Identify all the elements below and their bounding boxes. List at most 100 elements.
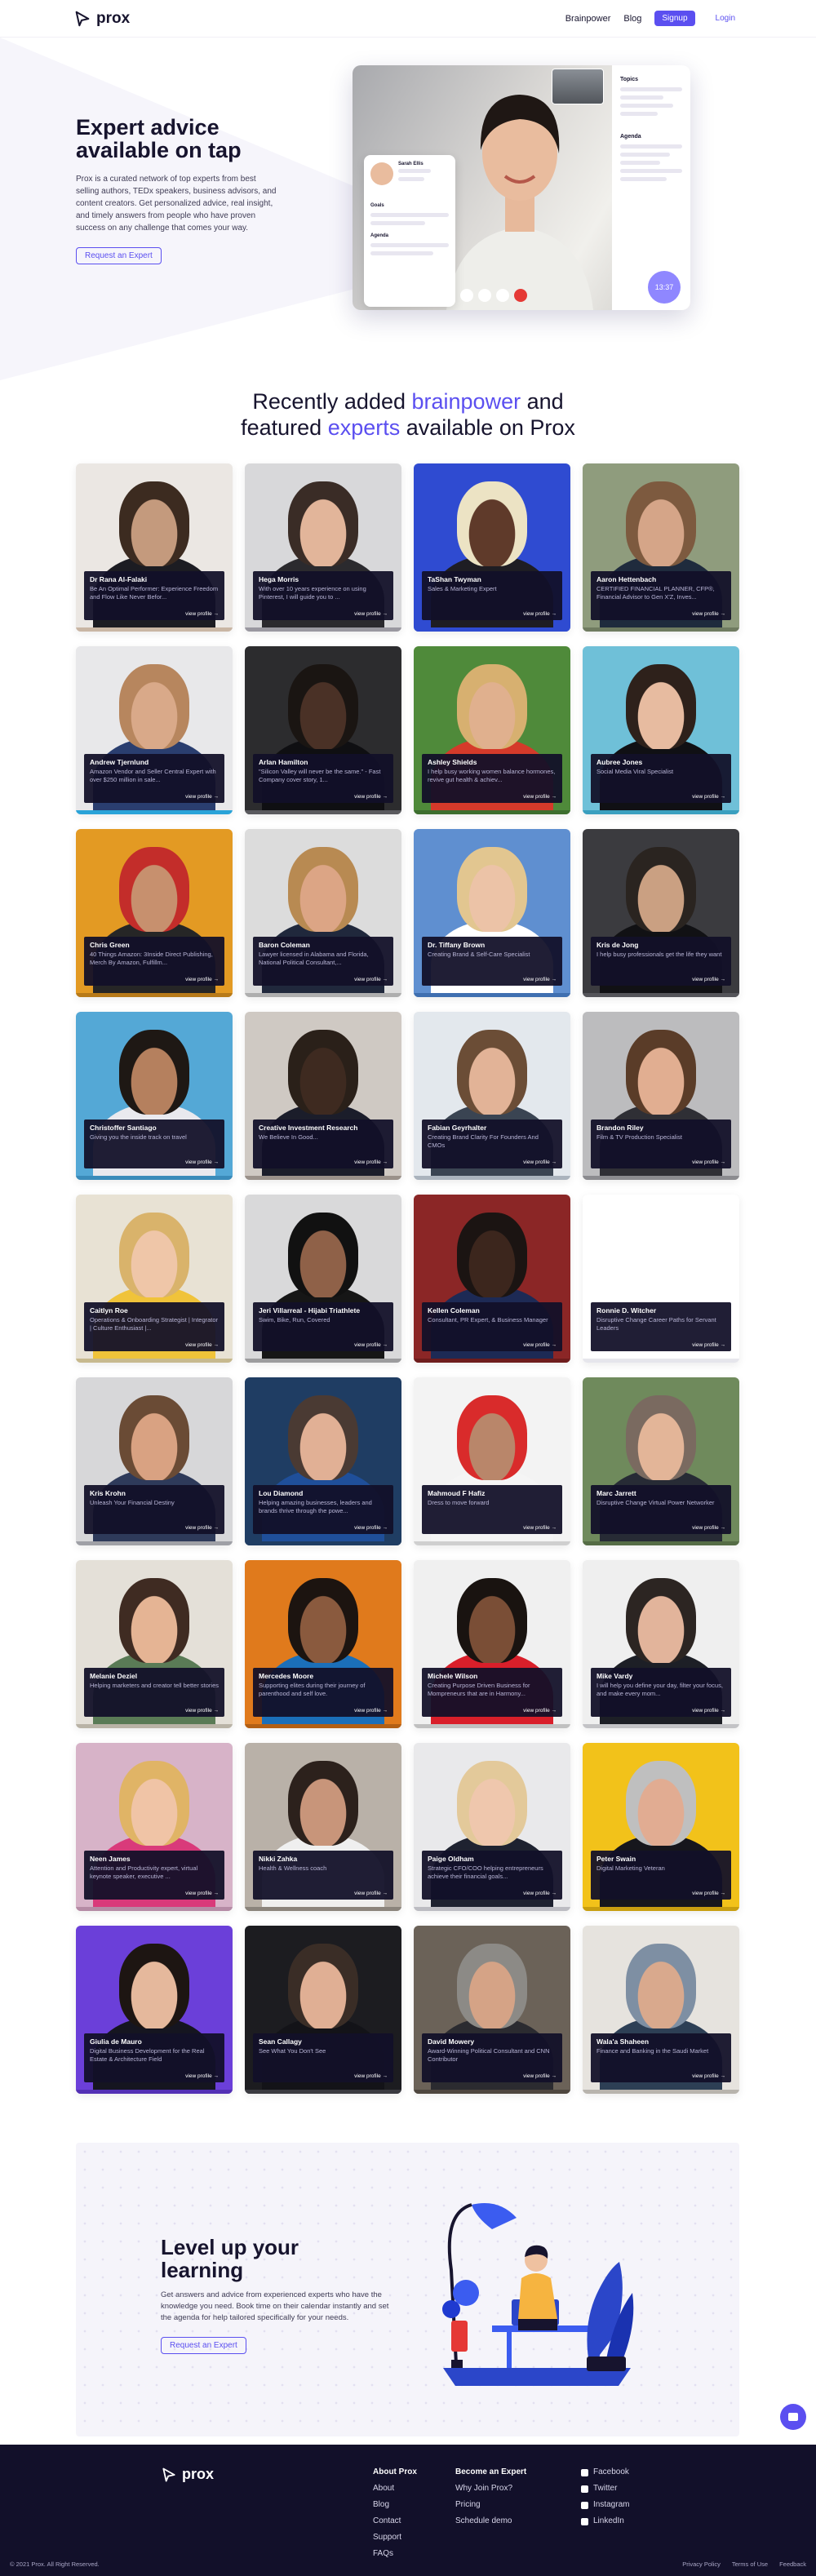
footer-link-about[interactable]: About xyxy=(373,2484,394,2493)
level-up-request-expert-button[interactable]: Request an Expert xyxy=(161,2337,246,2354)
expert-card[interactable]: Caitlyn Roe Operations & Onboarding Strat… xyxy=(76,1195,233,1363)
feedback-link[interactable]: Feedback xyxy=(779,2560,806,2568)
expert-card[interactable]: David Mowery Award-Winning Political Cons… xyxy=(414,1926,570,2094)
nav-link-brainpower[interactable]: Brainpower xyxy=(565,14,611,24)
expert-card[interactable]: Aubree Jones Social Media Viral Specialis… xyxy=(583,646,739,814)
footer-link-pricing[interactable]: Pricing xyxy=(455,2500,481,2509)
expert-card[interactable]: Paige Oldham Strategic CFO/COO helping en… xyxy=(414,1743,570,1911)
footer-link-why-join[interactable]: Why Join Prox? xyxy=(455,2484,512,2493)
expert-card[interactable]: Kellen Coleman Consultant, PR Expert, & B… xyxy=(414,1195,570,1363)
expert-card[interactable]: Kris de Jong I help busy professionals ge… xyxy=(583,829,739,997)
view-profile-link[interactable]: view profile → xyxy=(692,1708,725,1714)
view-profile-link[interactable]: view profile → xyxy=(185,977,219,982)
view-profile-link[interactable]: view profile → xyxy=(523,1159,557,1165)
end-call-button[interactable] xyxy=(514,289,527,302)
view-profile-link[interactable]: view profile → xyxy=(185,1342,219,1348)
expert-card[interactable]: Sean Callagy See What You Don't See view p… xyxy=(245,1926,401,2094)
view-profile-link[interactable]: view profile → xyxy=(523,2073,557,2079)
expert-card[interactable]: Baron Coleman Lawyer licensed in Alabama … xyxy=(245,829,401,997)
expert-card[interactable]: Peter Swain Digital Marketing Veteran view… xyxy=(583,1743,739,1911)
view-profile-link[interactable]: view profile → xyxy=(692,1525,725,1531)
footer-link-blog[interactable]: Blog xyxy=(373,2500,389,2509)
view-profile-link[interactable]: view profile → xyxy=(523,1891,557,1896)
view-profile-link[interactable]: view profile → xyxy=(185,2073,219,2079)
expert-card[interactable]: Christoffer Santiago Giving you the insid… xyxy=(76,1012,233,1180)
expert-card[interactable]: Brandon Riley Film & TV Production Specia… xyxy=(583,1012,739,1180)
footer-link-instagram[interactable]: Instagram xyxy=(593,2497,629,2513)
view-profile-link[interactable]: view profile → xyxy=(354,1891,388,1896)
expert-card[interactable]: Mike Vardy I will help you define your da… xyxy=(583,1560,739,1728)
view-profile-link[interactable]: view profile → xyxy=(354,794,388,800)
expert-card[interactable]: Andrew Tjernlund Amazon Vendor and Seller… xyxy=(76,646,233,814)
view-profile-link[interactable]: view profile → xyxy=(354,2073,388,2079)
expert-card[interactable]: Chris Green 40 Things Amazon: 3Inside Dir… xyxy=(76,829,233,997)
view-profile-link[interactable]: view profile → xyxy=(523,794,557,800)
expert-card[interactable]: Marc Jarrett Disruptive Change Virtual Po… xyxy=(583,1377,739,1545)
expert-card[interactable]: Dr. Tiffany Brown Creating Brand & Self-C… xyxy=(414,829,570,997)
view-profile-link[interactable]: view profile → xyxy=(523,1708,557,1714)
expert-card[interactable]: Dr Rana Al-Falaki Be An Optimal Performer… xyxy=(76,463,233,632)
footer-link-twitter[interactable]: Twitter xyxy=(593,2481,617,2497)
expert-card[interactable]: Mercedes Moore Supporting elites during t… xyxy=(245,1560,401,1728)
expert-card[interactable]: Kris Krohn Unleash Your Financial Destiny… xyxy=(76,1377,233,1545)
camera-toggle-button[interactable] xyxy=(478,289,491,302)
expert-card[interactable]: Fabian Geyrhalter Creating Brand Clarity … xyxy=(414,1012,570,1180)
view-profile-link[interactable]: view profile → xyxy=(523,977,557,982)
view-profile-link[interactable]: view profile → xyxy=(523,1342,557,1348)
view-profile-link[interactable]: view profile → xyxy=(692,1891,725,1896)
brand-logo[interactable]: prox xyxy=(73,10,130,28)
expert-card[interactable]: Arlan Hamilton "Silicon Valley will never… xyxy=(245,646,401,814)
expert-card[interactable]: Lou Diamond Helping amazing businesses, l… xyxy=(245,1377,401,1545)
view-profile-link[interactable]: view profile → xyxy=(185,1708,219,1714)
view-profile-link[interactable]: view profile → xyxy=(354,1159,388,1165)
view-profile-link[interactable]: view profile → xyxy=(354,977,388,982)
expert-card[interactable]: Neen James Attention and Productivity exp… xyxy=(76,1743,233,1911)
expert-card[interactable]: Aaron Hettenbach CERTIFIED FINANCIAL PLAN… xyxy=(583,463,739,632)
view-profile-link[interactable]: view profile → xyxy=(185,1525,219,1531)
view-profile-link[interactable]: view profile → xyxy=(692,977,725,982)
login-link[interactable]: Login xyxy=(708,11,743,26)
view-profile-link[interactable]: view profile → xyxy=(523,1525,557,1531)
footer-link-linkedin[interactable]: LinkedIn xyxy=(593,2513,624,2529)
expert-card[interactable]: Creative Investment Research We Believe I… xyxy=(245,1012,401,1180)
expert-card[interactable]: Jeri Villarreal - Hijabi Triathlete Swim,… xyxy=(245,1195,401,1363)
expert-card[interactable]: Giulia de Mauro Digital Business Developm… xyxy=(76,1926,233,2094)
terms-of-use-link[interactable]: Terms of Use xyxy=(732,2560,768,2568)
view-profile-link[interactable]: view profile → xyxy=(354,1525,388,1531)
view-profile-link[interactable]: view profile → xyxy=(692,611,725,617)
view-profile-link[interactable]: view profile → xyxy=(354,611,388,617)
mic-toggle-button[interactable] xyxy=(460,289,473,302)
screen-share-button[interactable] xyxy=(496,289,509,302)
footer-brand-logo[interactable]: prox xyxy=(161,2466,214,2483)
expert-card[interactable]: Hega Morris With over 10 years experience… xyxy=(245,463,401,632)
view-profile-link[interactable]: view profile → xyxy=(185,1159,219,1165)
nav-link-blog[interactable]: Blog xyxy=(623,14,641,24)
view-profile-link[interactable]: view profile → xyxy=(354,1342,388,1348)
signup-button[interactable]: Signup xyxy=(654,11,695,26)
footer-link-facebook[interactable]: Facebook xyxy=(593,2464,629,2481)
hero-request-expert-button[interactable]: Request an Expert xyxy=(76,247,162,264)
privacy-policy-link[interactable]: Privacy Policy xyxy=(682,2560,721,2568)
expert-card[interactable]: TaShan Twyman Sales & Marketing Expert vie… xyxy=(414,463,570,632)
expert-card[interactable]: Wala'a Shaheen Finance and Banking in the… xyxy=(583,1926,739,2094)
expert-card[interactable]: Michele Wilson Creating Purpose Driven Bu… xyxy=(414,1560,570,1728)
footer-link-contact[interactable]: Contact xyxy=(373,2516,401,2525)
footer-link-faqs[interactable]: FAQs xyxy=(373,2549,393,2558)
view-profile-link[interactable]: view profile → xyxy=(354,1708,388,1714)
view-profile-link[interactable]: view profile → xyxy=(692,794,725,800)
chat-widget-button[interactable] xyxy=(780,2404,806,2430)
expert-card[interactable]: Ashley Shields I help busy working women … xyxy=(414,646,570,814)
view-profile-link[interactable]: view profile → xyxy=(185,794,219,800)
view-profile-link[interactable]: view profile → xyxy=(523,611,557,617)
view-profile-link[interactable]: view profile → xyxy=(692,2073,725,2079)
view-profile-link[interactable]: view profile → xyxy=(185,611,219,617)
expert-card[interactable]: Nikki Zahka Health & Wellness coach view p… xyxy=(245,1743,401,1911)
footer-link-schedule-demo[interactable]: Schedule demo xyxy=(455,2516,512,2525)
expert-card[interactable]: Mahmoud F Hafiz Dress to move forward view… xyxy=(414,1377,570,1545)
view-profile-link[interactable]: view profile → xyxy=(692,1159,725,1165)
footer-link-support[interactable]: Support xyxy=(373,2533,401,2542)
view-profile-link[interactable]: view profile → xyxy=(185,1891,219,1896)
expert-card[interactable]: Ronnie D. Witcher Disruptive Change Caree… xyxy=(583,1195,739,1363)
view-profile-link[interactable]: view profile → xyxy=(692,1342,725,1348)
expert-card[interactable]: Melanie Deziel Helping marketers and crea… xyxy=(76,1560,233,1728)
